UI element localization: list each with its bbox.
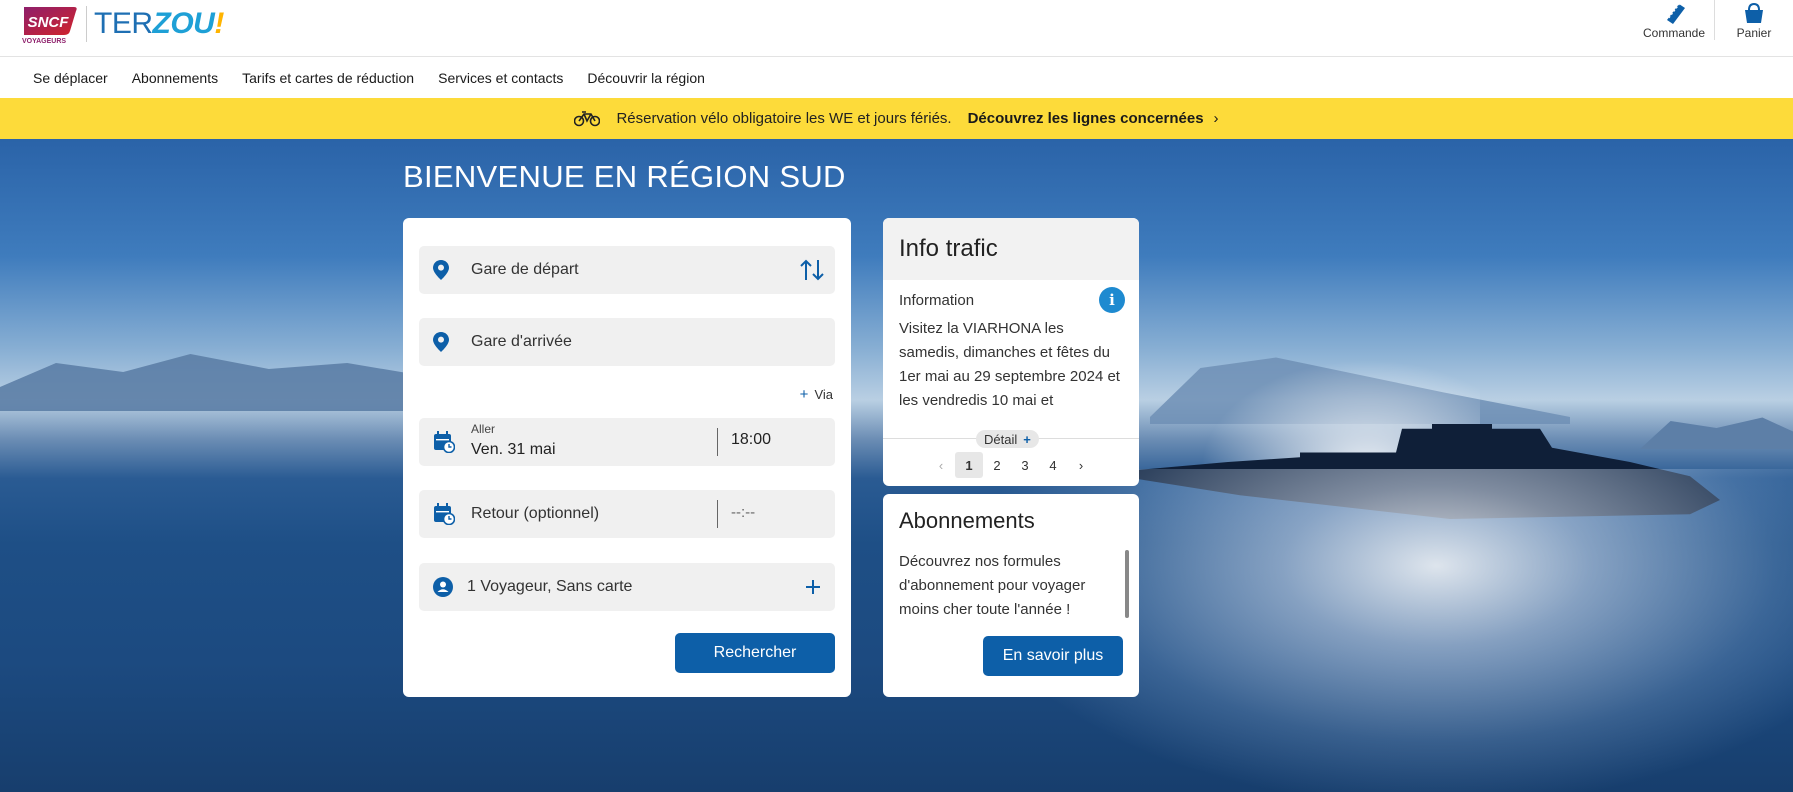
page-4[interactable]: 4: [1039, 452, 1067, 478]
chevron-right-icon: ›: [1213, 110, 1219, 127]
page-3[interactable]: 3: [1011, 452, 1039, 478]
outbound-date-value: Ven. 31 mai: [471, 441, 556, 458]
outbound-label: Aller: [471, 422, 496, 436]
subscriptions-title: Abonnements: [899, 508, 1035, 533]
calendar-clock-icon: [433, 431, 455, 453]
field-divider: [717, 500, 718, 528]
subscriptions-card: Abonnements Découvrez nos formules d'abo…: [883, 494, 1139, 697]
traffic-info-subtitle: Information: [899, 292, 975, 309]
learn-more-button[interactable]: En savoir plus: [983, 636, 1123, 676]
location-pin-icon: [433, 332, 449, 352]
site-header: SNCF VOYAGEURS TER ZOU! Commande Panier: [0, 0, 1793, 57]
field-divider: [717, 428, 718, 456]
background-mountains: [1640, 417, 1793, 449]
nav-abonnements[interactable]: Abonnements: [132, 70, 218, 86]
detail-label: Détail: [984, 431, 1018, 447]
traffic-pagination: ‹ 1 2 3 4 ›: [883, 452, 1139, 478]
zou-logo-part: ZOU: [152, 7, 215, 40]
header-divider: [1714, 0, 1715, 40]
banner-link[interactable]: Découvrez les lignes concernées ›: [968, 110, 1219, 127]
detail-button[interactable]: Détail +: [976, 430, 1039, 448]
sncf-logo-text: SNCF: [28, 14, 70, 31]
zou-exclamation: !: [214, 7, 224, 40]
panier-label: Panier: [1736, 26, 1772, 40]
logo-divider: [86, 6, 87, 42]
page-title: BIENVENUE EN RÉGION SUD: [403, 159, 846, 194]
panier-button[interactable]: Panier: [1722, 0, 1786, 50]
ter-zou-logo[interactable]: TER ZOU!: [94, 4, 224, 44]
basket-icon: [1745, 2, 1763, 23]
bike-icon: [574, 110, 601, 127]
ter-logo-part: TER: [94, 7, 153, 40]
user-icon: [433, 577, 453, 597]
main-nav: Se déplacer Abonnements Tarifs et cartes…: [0, 58, 1793, 98]
journey-search-form: Gare de départ Gare d'arrivée + Via Alle…: [403, 218, 851, 697]
return-placeholder: Retour (optionnel): [471, 505, 600, 522]
search-button[interactable]: Rechercher: [675, 633, 835, 673]
info-icon: i: [1099, 287, 1125, 313]
hero-section: BIENVENUE EN RÉGION SUD Gare de départ G…: [0, 139, 1793, 792]
traffic-info-card: Info trafic Information i Visitez la VIA…: [883, 218, 1139, 486]
departure-station-input[interactable]: Gare de départ: [419, 246, 835, 294]
location-pin-icon: [433, 260, 449, 280]
page-1[interactable]: 1: [955, 452, 983, 478]
calendar-clock-icon: [433, 503, 455, 525]
commande-button[interactable]: Commande: [1630, 0, 1718, 50]
nav-decouvrir[interactable]: Découvrir la région: [587, 70, 705, 86]
swap-stations-icon[interactable]: [799, 258, 825, 282]
outbound-date-input[interactable]: Aller Ven. 31 mai 18:00: [419, 418, 835, 466]
arrival-station-input[interactable]: Gare d'arrivée: [419, 318, 835, 366]
search-button-label: Rechercher: [713, 644, 797, 661]
plus-icon: +: [799, 386, 809, 403]
return-time-select[interactable]: --:--: [731, 504, 755, 521]
traffic-info-title: Info trafic: [883, 218, 1139, 280]
chevron-left-icon[interactable]: ‹: [927, 452, 955, 478]
arrival-placeholder: Gare d'arrivée: [471, 333, 572, 350]
traffic-info-text: Visitez la VIARHONA les samedis, dimanch…: [899, 320, 1120, 409]
page-2[interactable]: 2: [983, 452, 1011, 478]
plus-icon: +: [1023, 431, 1031, 447]
ticket-icon: [1667, 2, 1685, 24]
departure-placeholder: Gare de départ: [471, 261, 579, 278]
banner-message: Réservation vélo obligatoire les WE et j…: [616, 110, 952, 127]
nav-tarifs[interactable]: Tarifs et cartes de réduction: [242, 70, 414, 86]
banner-link-label: Découvrez les lignes concernées: [967, 110, 1204, 127]
via-label: Via: [814, 387, 833, 402]
nav-services[interactable]: Services et contacts: [438, 70, 563, 86]
travellers-selector[interactable]: 1 Voyageur, Sans carte: [419, 563, 835, 611]
return-date-input[interactable]: Retour (optionnel) --:--: [419, 490, 835, 538]
chevron-right-icon[interactable]: ›: [1067, 452, 1095, 478]
voyageurs-text: VOYAGEURS: [22, 38, 66, 45]
sncf-logo[interactable]: SNCF VOYAGEURS: [20, 5, 78, 45]
subscriptions-text: Découvrez nos formules d'abonnement pour…: [899, 553, 1086, 618]
add-traveller-icon[interactable]: [805, 579, 821, 595]
outbound-time-select[interactable]: 18:00: [731, 431, 771, 449]
nav-se-deplacer[interactable]: Se déplacer: [33, 70, 108, 86]
add-via-button[interactable]: + Via: [800, 386, 833, 403]
travellers-value: 1 Voyageur, Sans carte: [467, 578, 633, 595]
scrollbar[interactable]: [1125, 550, 1129, 618]
learn-more-label: En savoir plus: [1002, 647, 1104, 664]
info-banner: Réservation vélo obligatoire les WE et j…: [0, 98, 1793, 139]
commande-label: Commande: [1642, 26, 1706, 40]
